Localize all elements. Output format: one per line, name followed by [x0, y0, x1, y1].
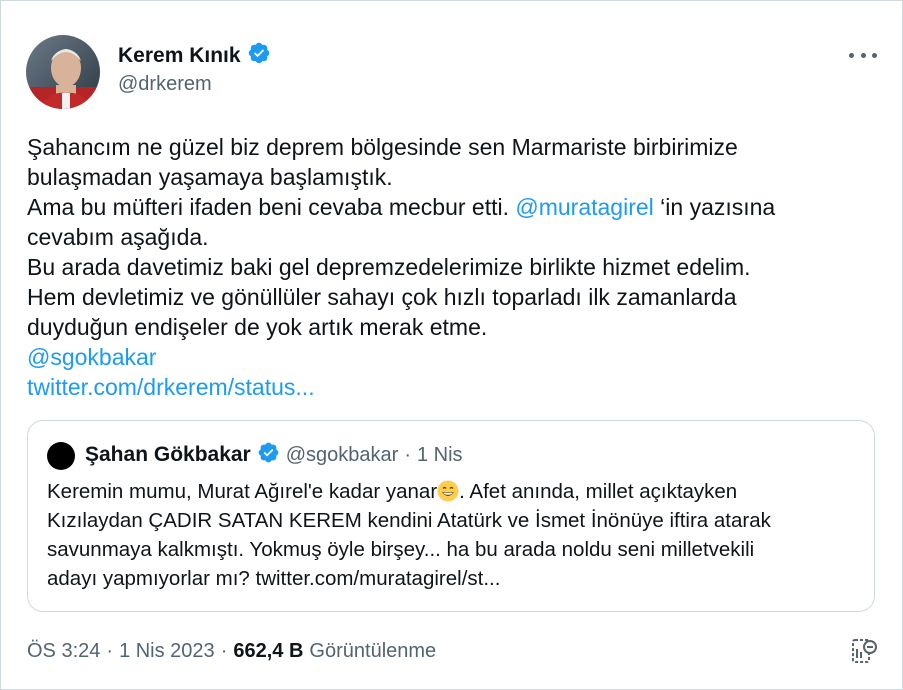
tweet-line: cevabım aşağıda.: [27, 224, 209, 250]
author-avatar[interactable]: [26, 35, 100, 109]
author-name-row[interactable]: Kerem Kınık: [118, 41, 271, 70]
tweet-footer: ÖS 3:24 · 1 Nis 2023 · 662,4 B Görüntüle…: [27, 640, 436, 663]
view-analytics-icon[interactable]: [849, 637, 879, 667]
quoted-line: savunmaya kalkmıştı. Yokmuş öyle birşey.…: [47, 538, 755, 561]
tweet-url-link[interactable]: twitter.com/drkerem/status...: [27, 372, 887, 402]
tweet-date[interactable]: 1 Nis 2023: [119, 640, 215, 663]
meta-separator: ·: [106, 640, 114, 662]
emoji-grin-icon: [437, 480, 459, 502]
author-handle[interactable]: @drkerem: [118, 73, 212, 96]
mention-link-sgokbakar[interactable]: @sgokbakar: [27, 342, 887, 372]
views-count: 662,4 B: [233, 640, 304, 662]
quoted-author-handle[interactable]: @sgokbakar: [286, 444, 399, 467]
tweet-time[interactable]: ÖS 3:24: [27, 640, 100, 663]
tweet-line-with-mention: Ama bu müfteri ifaden beni cevaba mecbur…: [27, 192, 887, 222]
quoted-tweet-date[interactable]: 1 Nis: [417, 444, 463, 467]
quoted-author-name[interactable]: Şahan Gökbakar: [85, 443, 251, 467]
tweet-line: Bu arada davetimiz baki gel depremzedele…: [27, 254, 751, 280]
tweet-line-text: ‘in yazısına: [653, 194, 776, 220]
quoted-tweet[interactable]: Şahan Gökbakar @sgokbakar · 1 Nis Keremi…: [27, 420, 875, 612]
meta-separator: ·: [404, 443, 411, 466]
tweet-line: Hem devletimiz ve gönüllüler sahayı çok …: [27, 284, 737, 310]
more-options-icon[interactable]: [849, 45, 877, 65]
verified-badge-icon: [257, 441, 280, 469]
author-name[interactable]: Kerem Kınık: [118, 44, 241, 68]
quoted-text: Keremin mumu, Murat Ağırel'e kadar yanar: [47, 480, 438, 503]
views-label: Görüntülenme: [309, 640, 437, 662]
tweet-body: Şahancım ne güzel biz deprem bölgesinde …: [27, 132, 887, 402]
meta-separator: ·: [220, 640, 228, 662]
tweet-line: Şahancım ne güzel biz deprem bölgesinde …: [27, 134, 738, 160]
tweet-line: bulaşmadan yaşamaya başlamıştık.: [27, 164, 393, 190]
tweet-line: duyduğun endişeler de yok artık merak et…: [27, 314, 488, 340]
mention-link-muratagirel[interactable]: @muratagirel: [515, 194, 653, 220]
quoted-text: . Afet anında, millet açıktayken: [459, 480, 738, 503]
tweet-line-text: Ama bu müfteri ifaden beni cevaba mecbur…: [27, 194, 516, 220]
quoted-line: Kızılaydan ÇADIR SATAN KEREM kendini Ata…: [47, 509, 771, 532]
quoted-line-with-emoji: Keremin mumu, Murat Ağırel'e kadar yanar…: [47, 477, 862, 506]
quoted-tweet-body: Keremin mumu, Murat Ağırel'e kadar yanar…: [47, 477, 862, 593]
quoted-line: adayı yapmıyorlar mı? twitter.com/murata…: [47, 567, 501, 590]
quoted-author-avatar[interactable]: [47, 442, 75, 470]
quoted-tweet-header: Şahan Gökbakar @sgokbakar · 1 Nis: [85, 441, 463, 469]
tweet-card: Kerem Kınık @drkerem Şahancım ne güzel b…: [0, 0, 903, 690]
verified-badge-icon: [247, 41, 271, 70]
